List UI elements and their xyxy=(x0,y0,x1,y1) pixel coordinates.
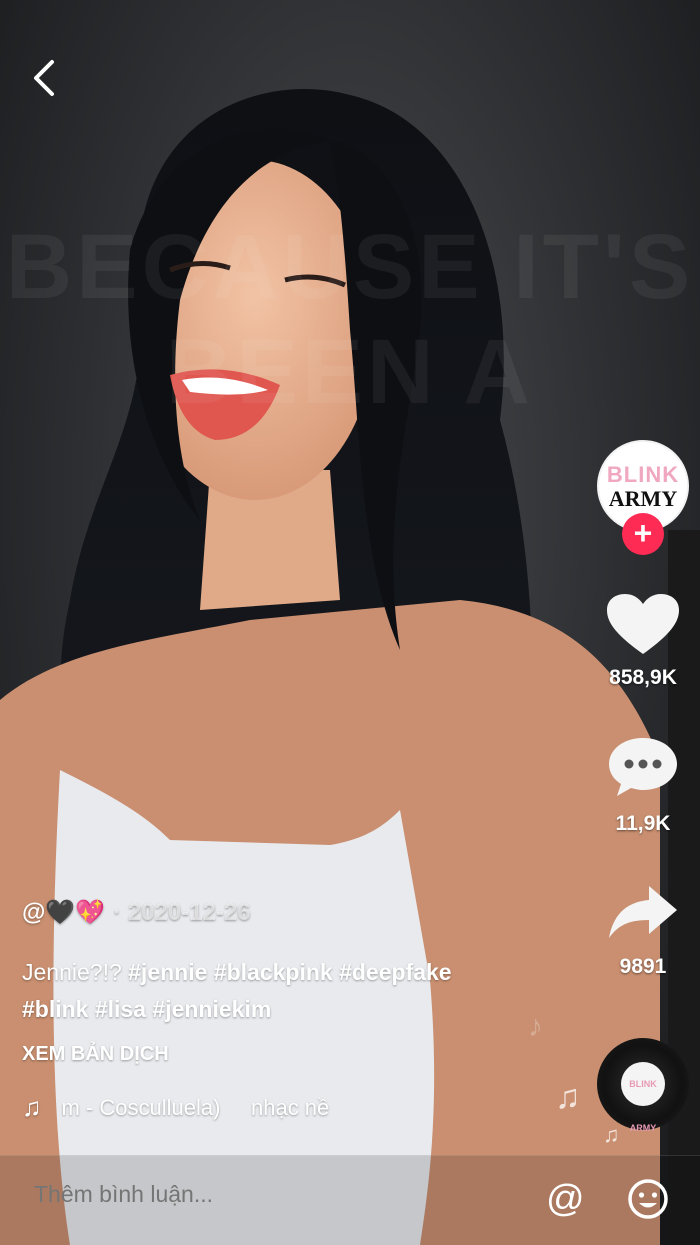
comment-icon[interactable] xyxy=(605,734,681,800)
tiktok-video-screen: BECAUSE IT'S BEEN A BLINK ARMY + 858,9K … xyxy=(0,0,700,1245)
background-wall-text: BECAUSE IT'S BEEN A xyxy=(5,216,695,423)
heart-icon[interactable] xyxy=(605,592,681,658)
back-button[interactable] xyxy=(28,58,64,98)
post-description: Jennie?!? #jennie #blackpink #deepfake #… xyxy=(22,954,562,1028)
avatar-text-blink: BLINK xyxy=(606,462,680,487)
hashtag-link[interactable]: #lisa xyxy=(95,996,146,1022)
hashtag-link[interactable]: #blink xyxy=(22,996,88,1022)
hashtag-link[interactable]: #jennie xyxy=(128,959,207,985)
music-note-icon: ♫ xyxy=(22,1092,42,1122)
comment-input[interactable] xyxy=(32,1180,456,1209)
post-text: Jennie?!? xyxy=(22,959,122,985)
comment-count: 11,9K xyxy=(615,812,671,835)
hashtag-link[interactable]: #deepfake xyxy=(339,959,452,985)
share-icon[interactable] xyxy=(605,882,681,942)
sound-disc[interactable]: BLINK ARMY xyxy=(597,1038,689,1133)
like-count: 858,9K xyxy=(609,666,677,689)
hashtag-link[interactable]: #jenniekim xyxy=(152,996,271,1022)
emoji-icon[interactable] xyxy=(627,1178,669,1220)
share-count: 9891 xyxy=(619,955,667,978)
avatar-text-army: ARMY xyxy=(608,486,678,511)
music-note-icon: ♫ xyxy=(603,1122,620,1147)
music-ticker[interactable]: ♫ m - Cosculluela) nhạc nề xyxy=(22,1092,402,1123)
post-author-line: @🖤💖 · 2020-12-26 xyxy=(22,898,251,927)
follow-button[interactable]: + xyxy=(622,513,664,555)
sound-disc-label: BLINK ARMY xyxy=(621,1062,665,1133)
translate-button[interactable]: XEM BẢN DỊCH xyxy=(22,1043,169,1066)
hashtag-link[interactable]: #blackpink xyxy=(214,959,333,985)
username[interactable]: @🖤💖 xyxy=(22,899,105,926)
mention-icon[interactable]: @ xyxy=(546,1179,585,1219)
music-title: m - Cosculluela) nhạc nề xyxy=(61,1094,330,1120)
post-date: · 2020-12-26 xyxy=(113,899,251,926)
music-note-icon: ♫ xyxy=(555,1078,581,1116)
